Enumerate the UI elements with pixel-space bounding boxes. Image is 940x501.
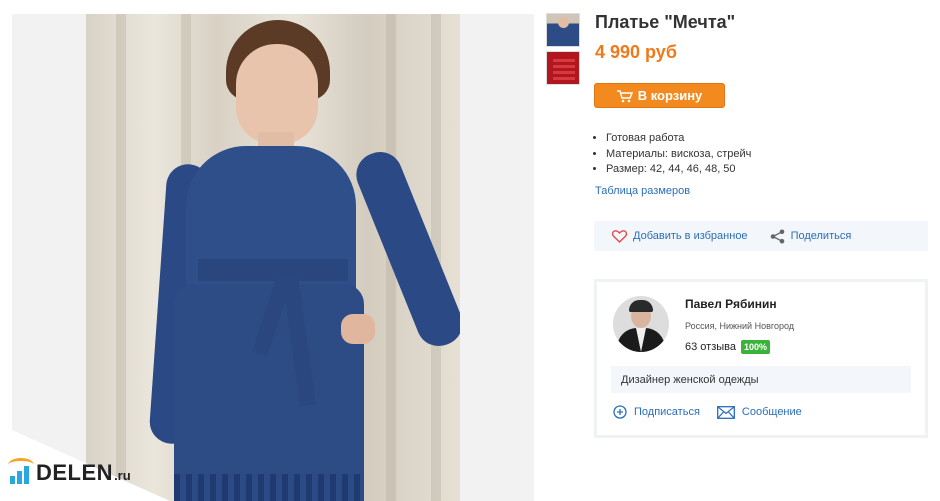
dress-belt [198, 259, 348, 281]
product-price: 4 990 руб [595, 42, 677, 62]
subscribe-button[interactable]: Подписаться [613, 405, 700, 419]
seller-location: Россия, Нижний Новгород [685, 321, 795, 331]
add-to-cart-label: В корзину [637, 88, 703, 103]
add-favorite-button[interactable]: Добавить в избранное [612, 229, 748, 243]
logo-chart-icon [8, 458, 34, 484]
product-features: Готовая работа Материалы: вискоза, стрей… [606, 131, 751, 178]
envelope-icon [716, 405, 735, 419]
logo-text: DELEN [36, 460, 114, 485]
share-label: Поделиться [790, 230, 852, 242]
heart-icon [612, 229, 627, 243]
curtain-fold [116, 14, 126, 501]
feature-item: Размер: 42, 44, 46, 48, 50 [606, 162, 751, 178]
product-action-bar: Добавить в избранное Поделиться [594, 221, 928, 251]
message-label: Сообщение [741, 406, 802, 418]
model-head [236, 44, 318, 144]
feature-item: Готовая работа [606, 131, 751, 147]
size-table-link[interactable]: Таблица размеров [595, 185, 690, 197]
thumbnail-label[interactable] [546, 51, 580, 85]
seller-avatar[interactable] [613, 296, 669, 352]
seller-card: Павел Рябинин Россия, Нижний Новгород 63… [594, 279, 928, 438]
message-button[interactable]: Сообщение [716, 405, 802, 419]
seller-reviews[interactable]: 63 отзыва 100% [685, 340, 771, 354]
feature-item: Материалы: вискоза, стрейч [606, 147, 751, 163]
share-icon [770, 229, 785, 244]
product-title: Платье "Мечта" [595, 12, 736, 32]
seller-actions: Подписаться Сообщение [613, 405, 802, 419]
cart-icon [616, 89, 633, 102]
share-button[interactable]: Поделиться [770, 229, 852, 244]
add-to-cart-button[interactable]: В корзину [594, 83, 725, 108]
plus-circle-icon [613, 405, 627, 419]
reviews-count: 63 отзыва [685, 341, 736, 353]
site-logo[interactable]: DELEN .ru [8, 458, 131, 485]
logo-tld: .ru [114, 468, 131, 483]
dress-lace-hem [174, 474, 364, 501]
seller-name[interactable]: Павел Рябинин [685, 297, 777, 311]
thumbnail-dress[interactable] [546, 13, 580, 47]
subscribe-label: Подписаться [634, 406, 700, 418]
product-image-panel [12, 14, 534, 501]
product-main-photo[interactable] [86, 14, 460, 501]
add-favorite-label: Добавить в избранное [633, 230, 748, 242]
model-hand [341, 314, 375, 344]
rating-badge: 100% [741, 340, 771, 354]
seller-description: Дизайнер женской одежды [611, 366, 911, 393]
